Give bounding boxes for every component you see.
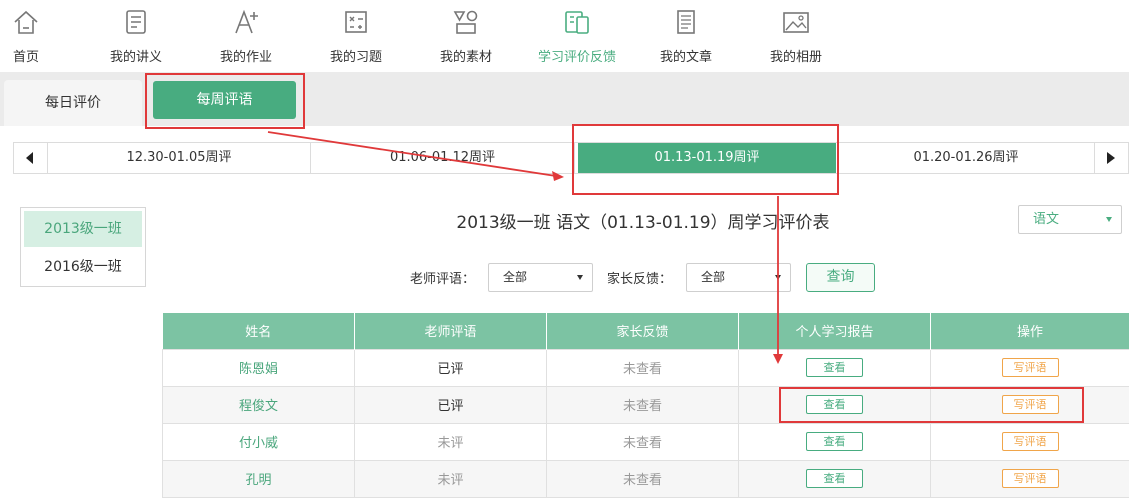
- nav-label: 我的相册: [769, 50, 822, 65]
- subject-select[interactable]: 语文: [1018, 205, 1122, 234]
- column-header: 姓名: [162, 313, 355, 349]
- teacher-comment-status: 未评: [354, 459, 547, 498]
- subject-select-value: 语文: [1033, 212, 1060, 227]
- report-cell: 查看: [738, 348, 931, 387]
- teacher-comment-status: 已评: [354, 385, 547, 424]
- week-selector: 12.30-01.05周评 01.06-01.12周评 01.13-01.19周…: [13, 142, 1129, 174]
- page-title: 2013级一班 语文（01.13-01.19）周学习评价表: [456, 213, 830, 233]
- parent-feedback-status: 未查看: [546, 422, 739, 461]
- annotation-box-active-week: [572, 124, 839, 195]
- teacher-comment-status: 未评: [354, 422, 547, 461]
- action-cell: 写评语: [930, 348, 1129, 387]
- column-header: 老师评语: [354, 313, 547, 349]
- query-button[interactable]: 查询: [806, 263, 875, 292]
- action-cell: 写评语: [930, 459, 1129, 498]
- view-report-button[interactable]: 查看: [806, 358, 863, 377]
- parent-feedback-status: 未查看: [546, 385, 739, 424]
- handout-icon: [126, 10, 146, 34]
- triangle-right-icon: [1107, 152, 1115, 164]
- material-icon: [453, 10, 478, 34]
- tab-daily-evaluation[interactable]: 每日评价: [4, 80, 142, 126]
- student-name[interactable]: 程俊文: [162, 385, 355, 424]
- nav-home[interactable]: 首页: [0, 0, 52, 72]
- top-nav: 首页 我的讲义 我的作业 我的习题 我的素材 学习评价反馈 我的文章 我的相册: [0, 0, 1129, 72]
- chevron-down-icon: [1106, 217, 1112, 222]
- nav-label: 我的文章: [659, 50, 712, 65]
- nav-label: 我的讲义: [109, 50, 162, 65]
- chevron-down-icon: [577, 275, 583, 280]
- class-list: 2013级一班 2016级一班: [20, 207, 146, 287]
- nav-label: 我的习题: [329, 50, 382, 65]
- homework-icon: [235, 9, 258, 34]
- week-item[interactable]: 01.20-01.26周评: [836, 143, 1096, 173]
- nav-homework[interactable]: 我的作业: [210, 0, 282, 72]
- nav-article[interactable]: 我的文章: [650, 0, 722, 72]
- nav-handout[interactable]: 我的讲义: [100, 0, 172, 72]
- nav-label: 学习评价反馈: [537, 50, 616, 65]
- report-cell: 查看: [738, 459, 931, 498]
- table-row: 陈恩娟 已评 未查看 查看 写评语: [162, 348, 1129, 387]
- student-name[interactable]: 孔明: [162, 459, 355, 498]
- nav-label: 首页: [12, 50, 39, 65]
- write-comment-button[interactable]: 写评语: [1001, 469, 1059, 488]
- teacher-comment-filter-select[interactable]: 全部: [488, 263, 593, 292]
- home-icon: [14, 10, 38, 34]
- parent-feedback-status: 未查看: [546, 459, 739, 498]
- action-cell: 写评语: [930, 422, 1129, 461]
- class-item[interactable]: 2016级一班: [24, 249, 142, 285]
- week-item[interactable]: 12.30-01.05周评: [48, 143, 311, 173]
- nav-label: 我的作业: [219, 50, 272, 65]
- teacher-comment-filter-label: 老师评语：: [410, 272, 476, 287]
- select-value: 全部: [701, 270, 726, 284]
- table-row: 付小威 未评 未查看 查看 写评语: [162, 422, 1129, 461]
- report-cell: 查看: [738, 422, 931, 461]
- student-name[interactable]: 付小威: [162, 422, 355, 461]
- article-icon: [677, 10, 695, 34]
- album-icon: [783, 12, 809, 33]
- student-name[interactable]: 陈恩娟: [162, 348, 355, 387]
- next-week-button[interactable]: [1094, 143, 1128, 173]
- annotation-box-row-buttons: [779, 387, 1084, 423]
- parent-feedback-filter-select[interactable]: 全部: [686, 263, 791, 292]
- column-header: 操作: [930, 313, 1129, 349]
- annotation-box-weekly-tab: [145, 73, 305, 129]
- parent-feedback-filter-label: 家长反馈：: [607, 272, 673, 287]
- write-comment-button[interactable]: 写评语: [1001, 358, 1059, 377]
- nav-label: 我的素材: [439, 50, 492, 65]
- table-header-row: 姓名 老师评语 家长反馈 个人学习报告 操作: [162, 313, 1129, 349]
- class-item-active[interactable]: 2013级一班: [24, 211, 142, 247]
- column-header: 个人学习报告: [738, 313, 931, 349]
- parent-feedback-status: 未查看: [546, 348, 739, 387]
- teacher-comment-status: 已评: [354, 348, 547, 387]
- week-item[interactable]: 01.06-01.12周评: [311, 143, 575, 173]
- nav-album[interactable]: 我的相册: [760, 0, 832, 72]
- nav-material[interactable]: 我的素材: [430, 0, 502, 72]
- nav-feedback[interactable]: 学习评价反馈: [526, 0, 628, 72]
- table-row: 孔明 未评 未查看 查看 写评语: [162, 459, 1129, 498]
- triangle-left-icon: [26, 152, 33, 164]
- exercise-icon: [345, 11, 367, 33]
- chevron-down-icon: [775, 275, 781, 280]
- column-header: 家长反馈: [546, 313, 739, 349]
- select-value: 全部: [503, 270, 528, 284]
- write-comment-button[interactable]: 写评语: [1001, 432, 1059, 451]
- feedback-icon: [565, 11, 589, 34]
- view-report-button[interactable]: 查看: [806, 432, 863, 451]
- prev-week-button[interactable]: [14, 143, 48, 173]
- view-report-button[interactable]: 查看: [806, 469, 863, 488]
- nav-exercise[interactable]: 我的习题: [320, 0, 392, 72]
